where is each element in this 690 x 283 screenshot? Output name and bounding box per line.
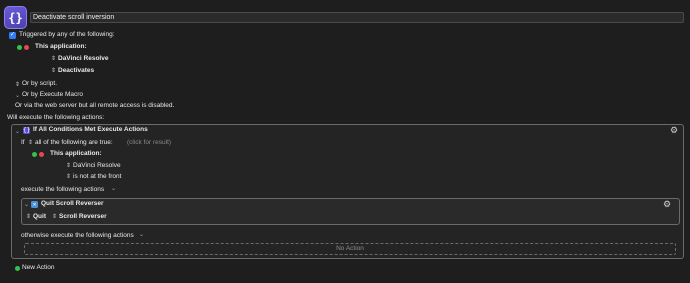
condition-application-label: This application: [50, 150, 102, 157]
quit-target-popup[interactable]: Scroll Reverser [59, 213, 107, 221]
quit-verb-popup[interactable]: Quit [33, 213, 46, 221]
remove-trigger-icon[interactable] [24, 45, 29, 50]
no-action-dropzone[interactable]: No Action [24, 243, 676, 255]
if-action-panel[interactable]: ⌄ {} If All Conditions Met Execute Actio… [11, 124, 684, 259]
plus-circle-icon[interactable] [15, 266, 20, 271]
trigger-event-popup[interactable]: Deactivates [58, 67, 94, 75]
then-label: execute the following actions [21, 186, 105, 193]
chevron-down-icon[interactable]: ⌄ [139, 231, 144, 238]
up-down-chevron-icon[interactable]: ⇕ [15, 81, 21, 88]
chevron-down-icon[interactable]: ⌄ [24, 201, 29, 208]
if-word: If [21, 139, 25, 146]
or-by-execute-macro[interactable]: Or by Execute Macro [22, 91, 83, 99]
condition-state-popup[interactable]: is not at the front [73, 173, 121, 181]
trigger-application-label: This application: [35, 43, 87, 50]
add-trigger-icon[interactable] [17, 45, 22, 50]
up-down-chevron-icon[interactable]: ⇕ [66, 173, 72, 180]
new-action-button[interactable]: New Action [22, 264, 55, 272]
chevron-down-icon[interactable]: ⌄ [15, 128, 20, 135]
up-down-chevron-icon[interactable]: ⇕ [28, 139, 34, 146]
quit-action-panel[interactable]: ⌄ ✕ Quit Scroll Reverser ⚙ ⇕ Quit ⇕ Scro… [21, 198, 680, 225]
else-label: otherwise execute the following actions [21, 232, 134, 239]
or-by-script[interactable]: Or by script. [22, 80, 57, 88]
gear-icon[interactable]: ⚙ [670, 126, 678, 135]
up-down-chevron-icon[interactable]: ⇕ [52, 213, 58, 220]
if-action-title: If All Conditions Met Execute Actions [33, 126, 148, 133]
quit-app-icon: ✕ [31, 201, 38, 208]
triggered-checkbox[interactable]: ✓ [9, 32, 16, 39]
web-server-note: Or via the web server but all remote acc… [15, 102, 175, 109]
gear-icon[interactable]: ⚙ [663, 200, 671, 209]
macro-icon: {} [4, 6, 27, 29]
quit-action-title: Quit Scroll Reverser [41, 200, 104, 207]
condition-app-popup[interactable]: DaVinci Resolve [73, 162, 121, 170]
trigger-app-popup[interactable]: DaVinci Resolve [58, 55, 108, 63]
chevron-down-icon[interactable]: ⌄ [15, 92, 20, 99]
curly-braces-icon: {} [23, 127, 31, 134]
trigger-label: Triggered by any of the following: [19, 31, 115, 38]
condition-mode-popup[interactable]: all of the following are true: [35, 139, 113, 147]
up-down-chevron-icon[interactable]: ⇕ [51, 67, 57, 74]
click-for-result[interactable]: (click for result) [127, 139, 171, 147]
add-condition-icon[interactable] [32, 152, 37, 157]
up-down-chevron-icon[interactable]: ⇕ [26, 213, 32, 220]
actions-header: Will execute the following actions: [7, 114, 105, 121]
remove-condition-icon[interactable] [39, 152, 44, 157]
up-down-chevron-icon[interactable]: ⇕ [66, 162, 72, 169]
up-down-chevron-icon[interactable]: ⇕ [51, 55, 57, 62]
chevron-down-icon[interactable]: ⌄ [111, 185, 116, 192]
macro-name-field[interactable]: Deactivate scroll inversion [30, 12, 684, 23]
